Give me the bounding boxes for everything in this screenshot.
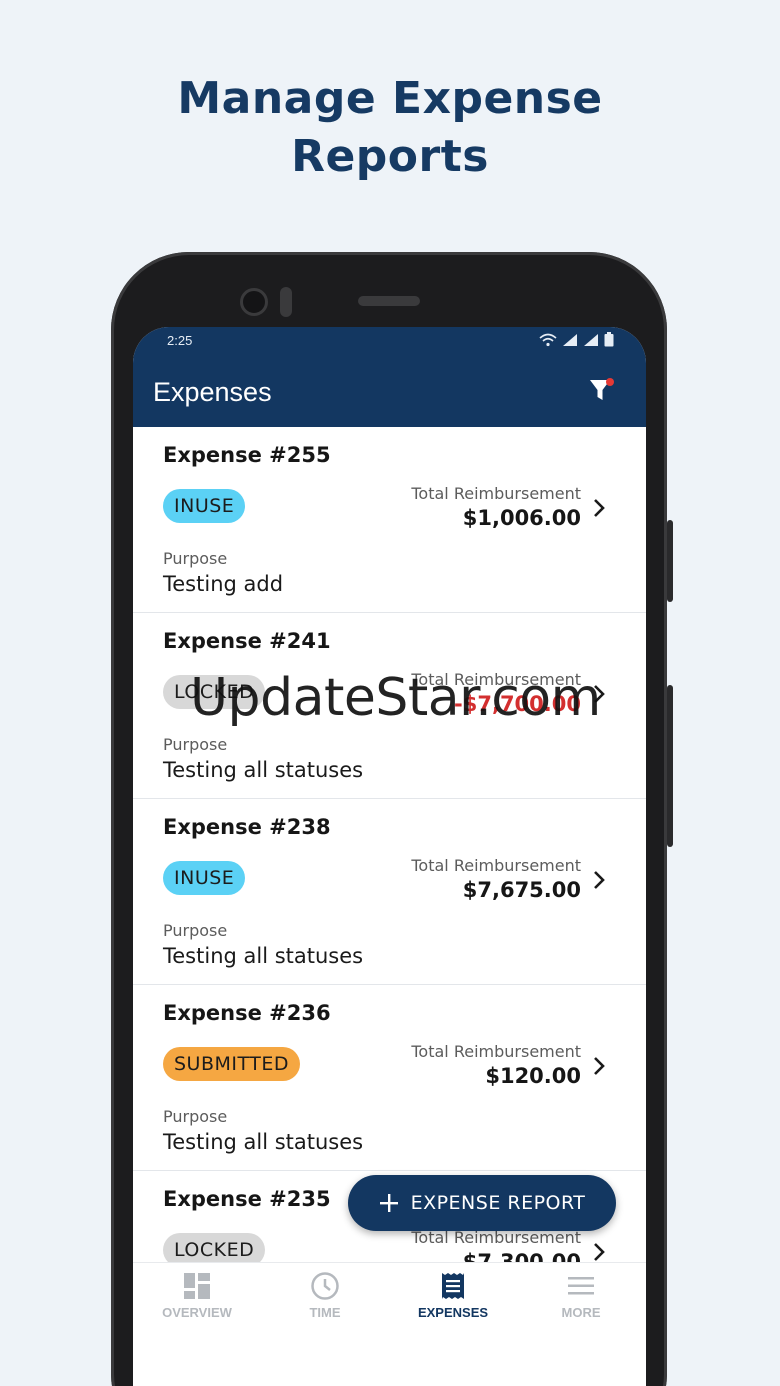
- total-reimbursement-label: Total Reimbursement: [411, 856, 581, 875]
- nav-time[interactable]: TIME: [261, 1267, 389, 1327]
- purpose-label: Purpose: [163, 549, 228, 568]
- wifi-icon: [539, 333, 557, 346]
- status-time: 2:25: [167, 333, 193, 348]
- total-reimbursement-label: Total Reimbursement: [411, 484, 581, 503]
- expense-card[interactable]: Expense #238 INUSE Total Reimbursement $7,6…: [133, 799, 646, 985]
- total-reimbursement-amount: $1,006.00: [462, 506, 581, 530]
- phone-volume-button: [667, 685, 673, 847]
- expense-title: Expense #235: [163, 1187, 331, 1211]
- page-title: Expenses: [153, 377, 272, 407]
- expense-card[interactable]: Expense #255 INUSE Total Reimbursement $1,0…: [133, 427, 646, 613]
- nav-more-label: MORE: [561, 1305, 601, 1320]
- total-reimbursement-amount: $7,675.00: [462, 878, 581, 902]
- front-camera: [240, 288, 268, 316]
- dashboard-icon: [184, 1273, 210, 1299]
- purpose-value: Testing all statuses: [163, 1130, 364, 1154]
- total-reimbursement-amount: $120.00: [485, 1064, 581, 1088]
- headline: Manage Expense Reports: [0, 70, 780, 186]
- nav-overview[interactable]: OVERVIEW: [133, 1267, 261, 1327]
- status-badge: INUSE: [163, 861, 246, 895]
- nav-expenses[interactable]: EXPENSES: [389, 1267, 517, 1327]
- app-bar: Expenses: [133, 355, 646, 427]
- phone-screen: 2:25 Expenses Expense #255 INUSE Total R…: [133, 327, 646, 1386]
- add-expense-report-button[interactable]: EXPENSE REPORT: [348, 1175, 616, 1231]
- watermark: UpdateStar.com: [190, 668, 601, 728]
- filter-button[interactable]: [585, 375, 619, 407]
- status-badge: SUBMITTED: [163, 1047, 301, 1081]
- receipt-icon: [442, 1273, 464, 1299]
- chevron-right-icon: [594, 499, 605, 517]
- menu-icon: [568, 1277, 594, 1295]
- purpose-value: Testing all statuses: [163, 758, 364, 782]
- clock-icon: [311, 1272, 339, 1300]
- purpose-label: Purpose: [163, 735, 228, 754]
- purpose-label: Purpose: [163, 1107, 228, 1126]
- chevron-right-icon: [594, 871, 605, 889]
- earpiece-speaker: [358, 296, 420, 306]
- phone-side-button: [667, 520, 673, 602]
- expense-card[interactable]: Expense #236 SUBMITTED Total Reimbursement…: [133, 985, 646, 1171]
- purpose-value: Testing all statuses: [163, 944, 364, 968]
- purpose-value: Testing add: [163, 572, 284, 596]
- expense-title: Expense #255: [163, 443, 331, 467]
- system-icons: [539, 332, 614, 347]
- proximity-sensor: [280, 287, 292, 317]
- status-badge: INUSE: [163, 489, 246, 523]
- fab-label: EXPENSE REPORT: [410, 1192, 586, 1214]
- nav-more[interactable]: MORE: [517, 1267, 645, 1327]
- signal-icon: [563, 333, 577, 346]
- expense-title: Expense #236: [163, 1001, 331, 1025]
- plus-icon: [379, 1194, 398, 1212]
- headline-line-2: Reports: [291, 131, 489, 182]
- signal-icon-2: [584, 333, 598, 346]
- purpose-label: Purpose: [163, 921, 228, 940]
- nav-time-label: TIME: [309, 1305, 341, 1320]
- filter-active-dot: [606, 378, 614, 386]
- chevron-right-icon: [594, 1057, 605, 1075]
- expense-title: Expense #238: [163, 815, 331, 839]
- nav-overview-label: OVERVIEW: [162, 1305, 232, 1320]
- nav-expenses-label: EXPENSES: [417, 1305, 489, 1320]
- status-bar: 2:25: [133, 327, 646, 355]
- total-reimbursement-label: Total Reimbursement: [411, 1042, 581, 1061]
- headline-line-1: Manage Expense: [177, 73, 603, 124]
- expense-title: Expense #241: [163, 629, 331, 653]
- bottom-navigation: OVERVIEW TIME EXPENSES MORE: [133, 1262, 646, 1386]
- chevron-right-icon: [594, 1243, 605, 1261]
- battery-icon: [604, 332, 614, 347]
